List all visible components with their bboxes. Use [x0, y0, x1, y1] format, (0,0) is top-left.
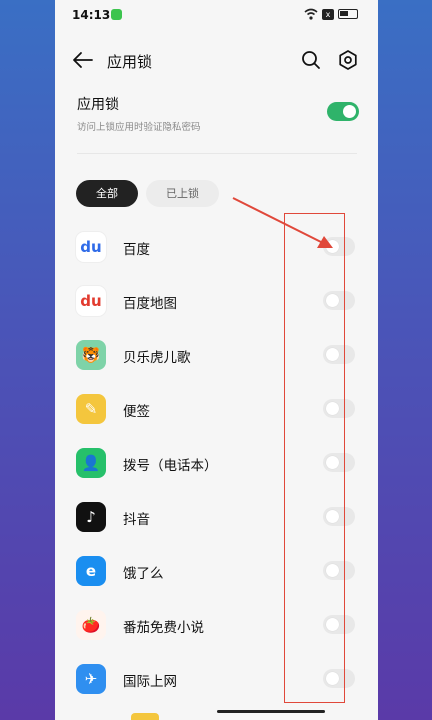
baidu-map-icon: du — [76, 286, 106, 316]
baidu-icon: du — [76, 232, 106, 262]
notification-app-icon — [111, 9, 122, 20]
app-icon-glyph: du — [80, 238, 102, 256]
app-name: 便签 — [123, 404, 150, 420]
next-app-icon-peek — [131, 713, 159, 720]
annotation-highlight-box — [284, 213, 345, 703]
app-name: 国际上网 — [123, 674, 177, 690]
phone-contacts-icon: 👤 — [76, 448, 106, 478]
app-lock-master-row: 应用锁 访问上锁应用时验证隐私密码 — [77, 94, 359, 134]
app-name: 拨号（电话本） — [123, 458, 218, 474]
douyin-icon: ♪ — [76, 502, 106, 532]
app-name: 饿了么 — [123, 566, 164, 582]
search-icon[interactable] — [300, 49, 322, 71]
tomato-novel-icon: 🍅 — [76, 610, 106, 640]
notes-icon: ✎ — [76, 394, 106, 424]
app-icon-glyph: 🐯 — [81, 346, 101, 364]
wifi-icon — [304, 8, 318, 20]
app-icon-glyph: e — [85, 562, 97, 580]
app-icon-glyph: du — [80, 292, 102, 310]
tab-all[interactable]: 全部 — [76, 180, 138, 207]
tab-locked[interactable]: 已上锁 — [146, 180, 219, 207]
header-bar: 应用锁 — [55, 44, 378, 76]
home-indicator[interactable] — [217, 710, 325, 713]
annotation-arrow-icon — [232, 197, 333, 248]
app-name: 番茄免费小说 — [123, 620, 204, 636]
status-icons: x — [304, 8, 358, 20]
app-name: 百度 — [123, 242, 150, 258]
app-lock-title: 应用锁 — [77, 97, 119, 113]
app-name: 贝乐虎儿歌 — [123, 350, 191, 366]
tiger-icon: 🐯 — [76, 340, 106, 370]
page-title: 应用锁 — [107, 53, 153, 71]
settings-gear-icon[interactable] — [337, 49, 359, 71]
divider — [77, 153, 357, 154]
app-icon-glyph: 🍅 — [81, 616, 101, 634]
battery-icon — [338, 9, 358, 19]
filter-tabs: 全部 已上锁 — [76, 180, 219, 207]
sim-icon: x — [322, 8, 334, 20]
app-lock-subtitle: 访问上锁应用时验证隐私密码 — [77, 122, 201, 133]
status-time: 14:13 — [72, 8, 111, 22]
airplane-icon: ✈ — [76, 664, 106, 694]
app-name: 百度地图 — [123, 296, 177, 312]
status-bar: 14:13 x — [55, 0, 378, 30]
app-icon-glyph: 👤 — [81, 454, 101, 472]
eleme-icon: e — [76, 556, 106, 586]
app-icon-glyph: ✈ — [84, 670, 98, 688]
app-name: 抖音 — [123, 512, 150, 528]
back-arrow-icon[interactable] — [72, 50, 94, 70]
app-icon-glyph: ✎ — [84, 400, 98, 418]
app-lock-master-toggle[interactable] — [327, 102, 359, 121]
app-icon-glyph: ♪ — [86, 508, 96, 526]
